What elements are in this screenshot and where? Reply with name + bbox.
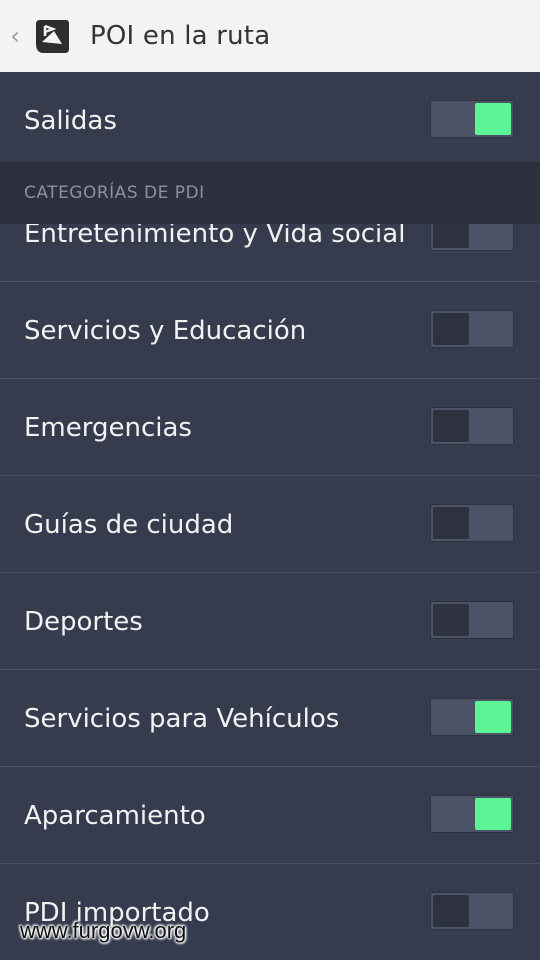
toggle-switch[interactable] [430,504,514,542]
category-label: Emergencias [24,412,192,443]
category-row[interactable]: Guías de ciudad [0,476,540,573]
navigation-app-icon [36,20,69,53]
category-row[interactable]: Servicios para Vehículos [0,670,540,767]
category-label: Aparcamiento [24,800,206,831]
toggle-switch[interactable] [430,795,514,833]
toggle-switch[interactable] [430,698,514,736]
toggle-knob [433,604,469,636]
toggle-switch[interactable] [430,601,514,639]
watermark: www.furgovw.org [20,918,187,943]
toggle-knob [433,313,469,345]
toggle-knob [475,103,511,135]
category-row[interactable]: Servicios y Educación [0,282,540,379]
toggle-switch[interactable] [430,407,514,445]
toggle-switch[interactable] [430,892,514,930]
top-bar: ‹ POI en la ruta [0,0,540,72]
category-label: Guías de ciudad [24,509,234,540]
settings-list: Salidas CATEGORÍAS DE PDI Entretenimient… [0,72,540,960]
category-label: Deportes [24,606,143,637]
back-button[interactable]: ‹ [0,0,30,72]
toggle-knob [433,895,469,927]
setting-row-salidas[interactable]: Salidas [0,72,540,169]
category-label: Servicios y Educación [24,315,307,346]
category-label: Servicios para Vehículos [24,703,340,734]
toggle-knob [433,507,469,539]
toggle-knob [475,701,511,733]
chevron-left-icon: ‹ [10,22,20,50]
category-row[interactable]: PDI importado [0,864,540,960]
toggle-knob [433,410,469,442]
toggle-knob [475,798,511,830]
category-row[interactable]: Deportes [0,573,540,670]
setting-label: Salidas [24,105,117,136]
category-label: PDI importado [24,897,210,928]
category-row[interactable]: Aparcamiento [0,767,540,864]
section-header-poi-categories: CATEGORÍAS DE PDI [0,162,540,224]
page-title: POI en la ruta [90,21,271,51]
toggle-switch[interactable] [430,100,514,138]
category-row[interactable]: Emergencias [0,379,540,476]
toggle-switch[interactable] [430,310,514,348]
